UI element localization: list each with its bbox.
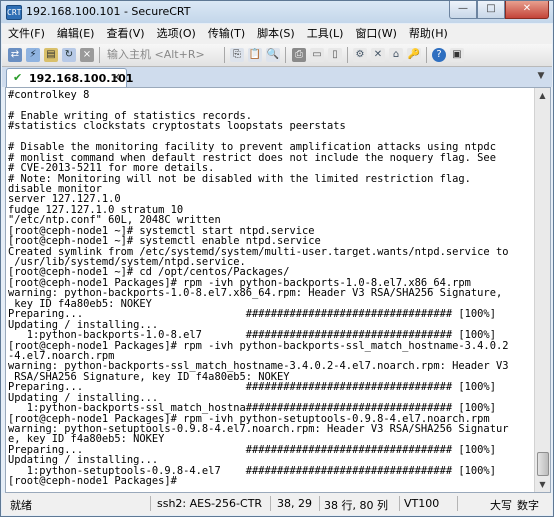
toolbar-separator	[347, 47, 348, 63]
scroll-thumb[interactable]	[537, 452, 549, 476]
status-separator	[457, 496, 458, 511]
toolbar-separator	[99, 47, 100, 63]
sftp-icon[interactable]: ⌂	[389, 48, 403, 62]
title-bar[interactable]: CRT 192.168.100.101 - SecureCRT — □ ✕	[1, 1, 553, 23]
terminal-line: [root@ceph-node1 ~]# systemctl enable nt…	[8, 235, 321, 248]
status-separator	[319, 496, 320, 511]
vertical-scrollbar[interactable]: ▲ ▼	[534, 88, 550, 492]
copy-icon[interactable]: ⎘	[230, 48, 244, 62]
menu-edit[interactable]: 编辑(E)	[51, 24, 101, 44]
status-terminal-size: 38 行, 80 列	[324, 499, 388, 512]
about-icon[interactable]: ▣	[450, 48, 464, 62]
session-options-icon[interactable]: ⚙	[353, 48, 367, 62]
connect-icon[interactable]: ⇄	[8, 48, 22, 62]
status-cursor-position: 38, 29	[277, 497, 312, 510]
securecrt-app-icon: CRT	[6, 5, 22, 20]
help-icon[interactable]: ?	[432, 48, 446, 62]
close-button[interactable]: ✕	[505, 1, 549, 19]
menu-file[interactable]: 文件(F)	[2, 24, 51, 44]
print-icon[interactable]: ⎙	[292, 48, 306, 62]
menu-view[interactable]: 查看(V)	[100, 24, 150, 44]
status-separator	[399, 496, 400, 511]
menu-window[interactable]: 窗口(W)	[349, 24, 402, 44]
terminal-line: # CVE-2013-5211 for more details.	[8, 162, 215, 175]
status-bar: 就绪 ssh2: AES-256-CTR 38, 29 38 行, 80 列 V…	[2, 493, 552, 515]
menu-script[interactable]: 脚本(S)	[251, 24, 301, 44]
menu-transfer[interactable]: 传输(T)	[202, 24, 251, 44]
quick-connect-input[interactable]: 输入主机 <Alt+R>	[107, 47, 219, 62]
page-setup-icon[interactable]: ▯	[328, 48, 342, 62]
tab-close-icon[interactable]: ✕	[112, 71, 121, 84]
status-num: 数字	[517, 499, 539, 512]
scroll-up-arrow-icon[interactable]: ▲	[535, 88, 550, 103]
terminal-line: #controlkey 8	[8, 90, 90, 101]
key-icon[interactable]: 🔑	[407, 48, 421, 62]
status-ready: 就绪	[10, 499, 32, 512]
minimize-button[interactable]: —	[449, 1, 477, 19]
maximize-button[interactable]: □	[477, 1, 505, 19]
status-separator	[150, 496, 151, 511]
securecrt-window: CRT 192.168.100.101 - SecureCRT — □ ✕ 文件…	[0, 0, 554, 517]
paste-icon[interactable]: 📋	[248, 48, 262, 62]
print-setup-icon[interactable]: ▭	[310, 48, 324, 62]
toolbar: ⇄ ⚡ ▤ ↻ ⨯ 输入主机 <Alt+R> ⎘ 📋 🔍 ⎙ ▭ ▯ ⚙ ✕ ⌂…	[2, 44, 552, 67]
connect-in-tab-icon[interactable]: ▤	[44, 48, 58, 62]
find-icon[interactable]: 🔍	[266, 48, 280, 62]
terminal-pane[interactable]: #controlkey 8 # Enable writing of statist…	[5, 87, 551, 493]
terminal-line: #statistics clockstats cryptostats loops…	[8, 120, 346, 133]
disconnect-icon[interactable]: ⨯	[80, 48, 94, 62]
terminal-line: [root@ceph-node1 Packages]#	[8, 475, 184, 488]
status-caps: 大写	[490, 499, 512, 512]
window-title: 192.168.100.101 - SecureCRT	[26, 5, 191, 18]
session-tab-strip: ✔ 192.168.100.101 ✕ ▼	[2, 67, 552, 88]
quick-connect-icon[interactable]: ⚡	[26, 48, 40, 62]
terminal-line: 1:python-backports-1.0-8.el7 ###########…	[8, 329, 496, 342]
connected-check-icon: ✔	[13, 71, 23, 84]
tab-session[interactable]: ✔ 192.168.100.101 ✕	[6, 68, 133, 88]
window-controls: — □ ✕	[449, 1, 549, 19]
status-cipher: ssh2: AES-256-CTR	[157, 497, 263, 510]
toolbar-separator	[426, 47, 427, 63]
toolbar-separator	[224, 47, 225, 63]
reconnect-icon[interactable]: ↻	[62, 48, 76, 62]
terminal-output[interactable]: #controlkey 8 # Enable writing of statist…	[8, 90, 532, 488]
toolbar-separator	[285, 47, 286, 63]
menu-options[interactable]: 选项(O)	[151, 24, 202, 44]
scroll-down-arrow-icon[interactable]: ▼	[535, 477, 550, 492]
menu-bar: 文件(F) 编辑(E) 查看(V) 选项(O) 传输(T) 脚本(S) 工具(L…	[2, 24, 552, 44]
global-options-icon[interactable]: ✕	[371, 48, 385, 62]
terminal-line: 1:python-backports-ssl_match_hostna#####…	[8, 402, 496, 415]
menu-help[interactable]: 帮助(H)	[403, 24, 454, 44]
tab-list-chevron-icon[interactable]: ▼	[535, 70, 547, 82]
menu-tools[interactable]: 工具(L)	[301, 24, 350, 44]
status-separator	[270, 496, 271, 511]
status-emulation: VT100	[404, 497, 440, 510]
